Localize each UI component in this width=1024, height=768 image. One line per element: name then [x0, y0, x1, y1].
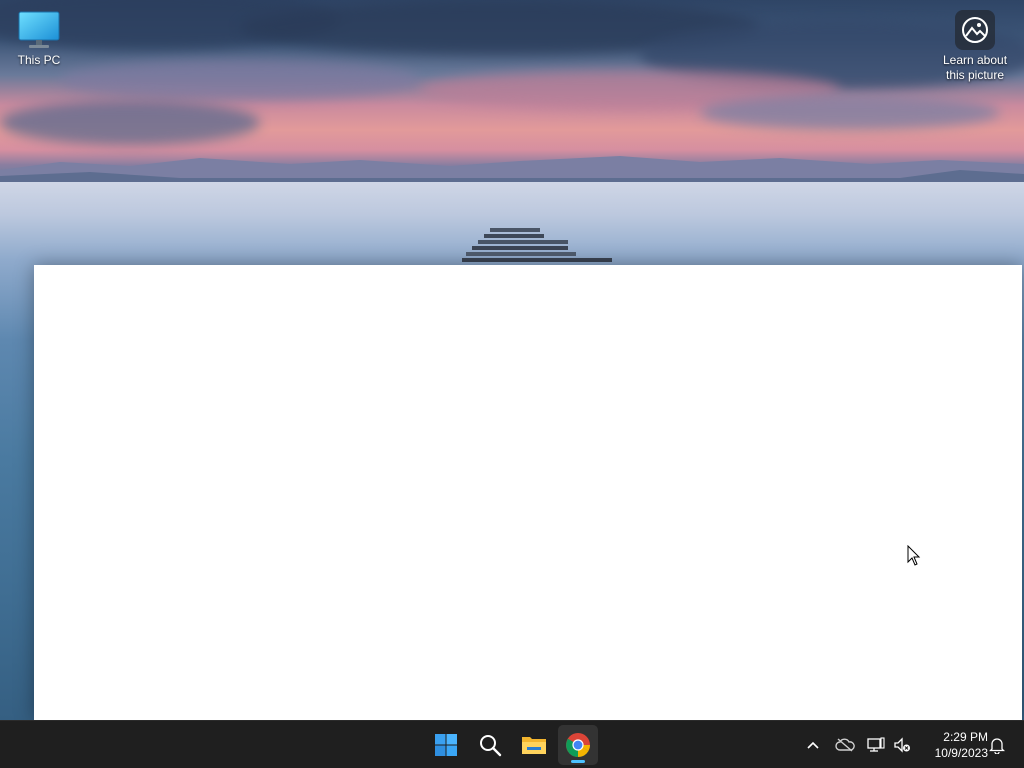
desktop-icon-learn-about-picture[interactable]: Learn about this picture [936, 10, 1014, 83]
file-explorer-button[interactable] [514, 725, 554, 765]
clock-button[interactable]: 2:29 PM 10/9/2023 [918, 729, 988, 761]
windows-logo-icon [435, 734, 457, 756]
wallpaper-cloud [700, 95, 1000, 130]
wallpaper-cloud [0, 100, 260, 145]
network-tray-button[interactable] [864, 733, 888, 757]
chevron-up-icon [807, 741, 819, 749]
taskbar: 2:29 PM 10/9/2023 [0, 720, 1024, 768]
show-hidden-icons-button[interactable] [801, 733, 825, 757]
chrome-icon [566, 733, 590, 758]
onedrive-offline-icon [835, 738, 855, 752]
search-icon [480, 735, 502, 757]
volume-muted-icon [894, 737, 910, 753]
wallpaper-mountains [0, 156, 1024, 182]
monitor-icon [18, 11, 60, 48]
desktop-icon-this-pc[interactable]: This PC [0, 10, 78, 68]
wallpaper-cloud [60, 60, 420, 100]
notifications-button[interactable] [985, 733, 1009, 757]
folder-icon [522, 737, 546, 754]
desktop-icon-label: This PC [17, 53, 61, 67]
volume-tray-button[interactable] [890, 733, 914, 757]
mouse-cursor-icon [907, 545, 921, 566]
active-indicator [571, 760, 585, 763]
spotlight-icon [955, 10, 995, 50]
network-icon [867, 737, 885, 752]
start-button[interactable] [426, 725, 466, 765]
app-window-blank[interactable] [34, 265, 1022, 720]
desktop-icon-label: Learn about this picture [942, 53, 1008, 82]
clock-time: 2:29 PM [943, 730, 988, 744]
chrome-taskbar-button[interactable] [558, 725, 598, 765]
notification-bell-icon [989, 738, 1005, 754]
clock-date: 10/9/2023 [934, 746, 988, 760]
wallpaper-pier [462, 228, 612, 262]
onedrive-tray-button[interactable] [833, 733, 857, 757]
search-button[interactable] [470, 725, 510, 765]
